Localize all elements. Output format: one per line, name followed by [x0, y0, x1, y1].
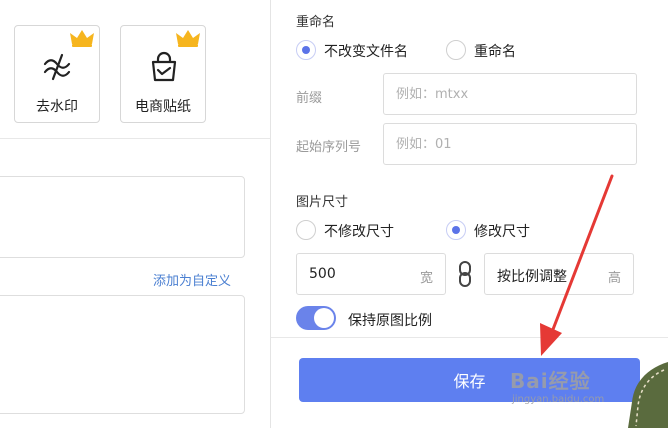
radio-no-resize[interactable] [296, 220, 316, 240]
corner-decoration [628, 362, 668, 428]
text-area-bottom[interactable] [0, 295, 245, 414]
crown-icon [176, 30, 200, 47]
start-number-input[interactable] [383, 123, 637, 165]
left-panel: 去水印 电商贴纸 添加为自定义 [0, 0, 270, 428]
image-size-title: 图片尺寸 [296, 195, 349, 210]
width-input[interactable]: 500 宽 [296, 253, 446, 295]
radio-resize[interactable] [446, 220, 466, 240]
start-number-label: 起始序列号 [296, 140, 362, 155]
keep-ratio-toggle[interactable] [296, 306, 336, 330]
keep-ratio-label: 保持原图比例 [348, 313, 432, 329]
text-area-top[interactable] [0, 176, 245, 258]
width-unit: 宽 [419, 271, 433, 286]
tool-label: 去水印 [36, 99, 78, 115]
shopping-bag-icon [151, 51, 177, 82]
radio-keep-filename[interactable] [296, 40, 316, 60]
remove-watermark-tool[interactable]: 去水印 [14, 25, 100, 123]
crown-icon [70, 30, 94, 47]
baidu-watermark: Bai经验 jingyan.baidu.com [510, 365, 604, 405]
remove-watermark-icon [43, 53, 71, 81]
width-value: 500 [309, 266, 336, 282]
watermark-main: Bai经验 [510, 369, 591, 393]
radio-no-resize-label[interactable]: 不修改尺寸 [324, 221, 394, 241]
add-custom-link[interactable]: 添加为自定义 [153, 270, 231, 289]
radio-resize-label[interactable]: 修改尺寸 [474, 221, 530, 241]
height-value: 按比例调整 [497, 269, 567, 285]
height-input[interactable]: 按比例调整 高 [484, 253, 634, 295]
radio-rename-label[interactable]: 重命名 [474, 41, 516, 61]
divider [0, 138, 270, 139]
ecommerce-sticker-tool[interactable]: 电商贴纸 [120, 25, 206, 123]
footer-divider [271, 337, 668, 338]
radio-keep-filename-label[interactable]: 不改变文件名 [324, 41, 408, 61]
height-unit: 高 [607, 271, 621, 286]
prefix-label: 前缀 [296, 91, 323, 106]
link-ratio-icon[interactable] [455, 260, 475, 288]
export-settings-panel: 重命名 不改变文件名 重命名 前缀 起始序列号 图片尺寸 不修改尺寸 修改尺寸 … [271, 0, 668, 428]
watermark-sub: jingyan.baidu.com [512, 394, 605, 405]
tool-label: 电商贴纸 [135, 99, 191, 115]
rename-title: 重命名 [296, 15, 336, 30]
radio-rename[interactable] [446, 40, 466, 60]
prefix-input[interactable] [383, 73, 637, 115]
